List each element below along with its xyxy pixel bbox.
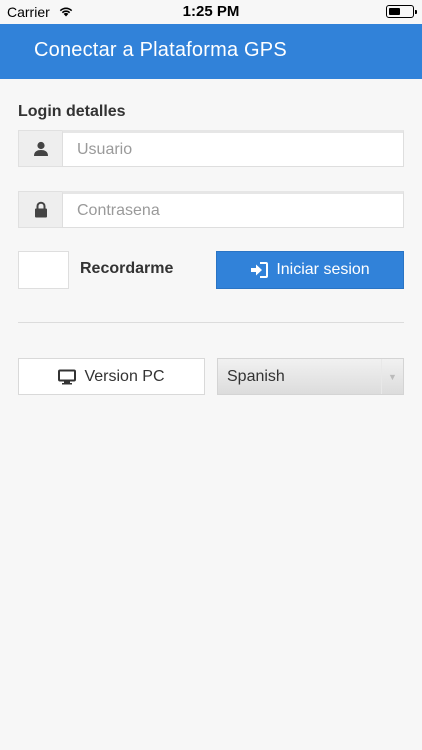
login-button[interactable]: Iniciar sesion — [216, 251, 404, 289]
pc-version-button[interactable]: Version PC — [18, 358, 205, 395]
battery-icon — [386, 5, 417, 18]
username-input[interactable] — [62, 130, 404, 167]
password-group — [18, 191, 404, 228]
nav-bar: Conectar a Plataforma GPS — [0, 24, 422, 79]
divider — [18, 322, 404, 323]
user-icon — [18, 130, 62, 167]
language-select[interactable]: Spanish ▼ — [217, 358, 404, 395]
page-title: Conectar a Plataforma GPS — [34, 39, 287, 61]
sign-in-icon — [251, 262, 269, 278]
remember-me-checkbox[interactable] — [18, 251, 69, 289]
remember-me-label: Recordarme — [80, 260, 174, 277]
status-bar: Carrier 1:25 PM — [0, 0, 422, 24]
status-time: 1:25 PM — [182, 3, 240, 20]
language-select-value: Spanish — [227, 367, 285, 385]
desktop-icon — [58, 369, 77, 384]
login-section-title: Login detalles — [18, 103, 126, 120]
login-button-label: Iniciar sesion — [276, 261, 370, 278]
pc-version-label: Version PC — [84, 367, 165, 385]
password-input[interactable] — [62, 191, 404, 228]
chevron-down-icon: ▼ — [381, 359, 403, 394]
username-group — [18, 130, 404, 167]
lock-icon — [18, 191, 62, 228]
